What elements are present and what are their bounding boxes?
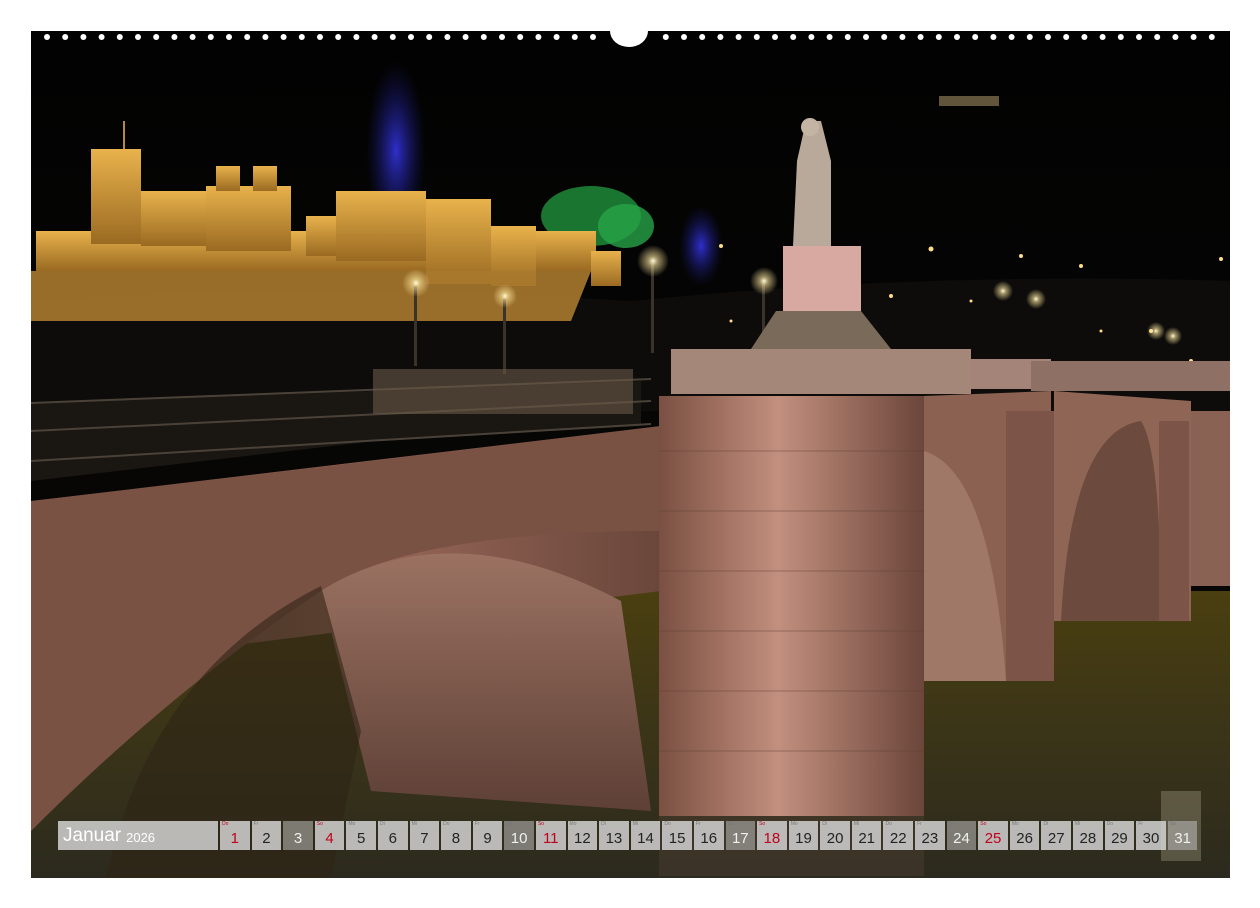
weekday-abbr: Di xyxy=(1043,821,1049,827)
day-number: 18 xyxy=(763,830,781,847)
calendar-day: Sa 31 xyxy=(1167,821,1198,850)
calendar-day: Di 6 xyxy=(377,821,408,850)
weekday-abbr: Sa xyxy=(285,821,292,827)
day-number: 31 xyxy=(1174,830,1191,847)
weekday-abbr: So xyxy=(537,821,545,827)
day-number: 23 xyxy=(921,830,939,847)
calendar-day: Mo 12 xyxy=(567,821,598,850)
calendar-day: Do 8 xyxy=(441,821,471,850)
calendar-day: So 4 xyxy=(314,821,345,850)
day-number: 26 xyxy=(1016,830,1033,847)
weekday-abbr: Di xyxy=(379,821,385,827)
day-number: 25 xyxy=(984,830,1002,847)
weekday-abbr: So xyxy=(316,821,323,827)
calendar-day: Di 27 xyxy=(1041,821,1072,850)
day-number: 21 xyxy=(858,830,876,847)
day-number: 6 xyxy=(388,830,397,847)
weekday-abbr: Mi xyxy=(853,821,860,827)
weekday-abbr: Do xyxy=(885,821,892,827)
calendar-day: Do 29 xyxy=(1104,821,1135,850)
day-number: 13 xyxy=(605,830,623,847)
day-number: 1 xyxy=(230,830,239,847)
day-number: 5 xyxy=(357,830,366,847)
calendar-day: Fr 2 xyxy=(251,821,282,850)
weekday-abbr: Fr xyxy=(253,821,259,827)
calendar-day: Fr 30 xyxy=(1136,821,1166,850)
weekday-abbr: Sa xyxy=(948,821,955,827)
calendar-day: Mo 5 xyxy=(346,821,376,850)
calendar-day: Mi 14 xyxy=(630,821,661,850)
day-number: 14 xyxy=(637,830,654,847)
calendar-day: Mi 7 xyxy=(409,821,440,850)
calendar-day: Sa 17 xyxy=(725,821,756,850)
weekday-abbr: Sa xyxy=(506,821,513,827)
weekday-abbr: So xyxy=(759,821,766,827)
weekday-abbr: Sa xyxy=(1169,821,1176,827)
month-label: Januar 2026 xyxy=(58,821,218,850)
day-number: 10 xyxy=(510,830,528,847)
calendar-day: Do 15 xyxy=(662,821,692,850)
day-number: 15 xyxy=(668,830,686,847)
night-photo-heidelberg-bridge xyxy=(31,31,1230,878)
day-number: 16 xyxy=(700,830,718,847)
calendar-day: Do 22 xyxy=(883,821,914,850)
calendar-day: So 11 xyxy=(535,821,566,850)
calendar-day: Fr 9 xyxy=(472,821,503,850)
day-number: 28 xyxy=(1079,830,1097,847)
day-number: 2 xyxy=(262,830,271,847)
weekday-abbr: Mo xyxy=(348,821,356,827)
calendar-day: Sa 3 xyxy=(283,821,313,850)
day-number: 12 xyxy=(573,830,591,847)
day-number: 30 xyxy=(1142,830,1160,847)
calendar-day: Fr 23 xyxy=(915,821,945,850)
day-number: 29 xyxy=(1111,830,1128,847)
calendar-day: Di 20 xyxy=(820,821,850,850)
calendar-day: Do 1 xyxy=(220,821,250,850)
day-number: 24 xyxy=(953,830,970,847)
day-number: 3 xyxy=(293,830,303,847)
day-number: 8 xyxy=(451,830,461,847)
weekday-abbr: Fr xyxy=(917,821,922,827)
day-number: 22 xyxy=(889,830,907,847)
weekday-abbr: Mi xyxy=(411,821,417,827)
calendar-day: Mo 26 xyxy=(1009,821,1040,850)
weekday-abbr: Mo xyxy=(569,821,577,827)
day-number: 7 xyxy=(420,830,429,847)
calendar-day: Mo 19 xyxy=(788,821,819,850)
day-number: 4 xyxy=(325,830,334,847)
day-number: 27 xyxy=(1047,830,1065,847)
day-number: 20 xyxy=(826,830,844,847)
weekday-abbr: Do xyxy=(664,821,671,827)
weekday-abbr: Fr xyxy=(474,821,480,827)
weekday-abbr: Di xyxy=(822,821,828,827)
month-name: Januar xyxy=(63,824,122,846)
day-number: 9 xyxy=(483,830,492,847)
weekday-abbr: Do xyxy=(443,821,450,827)
calendar-day: So 18 xyxy=(757,821,787,850)
month-year: 2026 xyxy=(126,830,156,845)
day-number: 19 xyxy=(795,830,812,847)
calendar-day: So 25 xyxy=(978,821,1008,850)
day-number: 17 xyxy=(731,830,749,847)
weekday-abbr: Mo xyxy=(790,821,798,827)
weekday-abbr: Sa xyxy=(727,821,734,827)
calendar-day: Mi 28 xyxy=(1073,821,1103,850)
calendar-strip: Januar 2026 Do 1 Fr 2 Sa 3 So 4 Mo 5 Di 6 Mi 7 Do 8 Fr 9 S… xyxy=(58,821,1198,850)
day-number: 11 xyxy=(542,830,559,847)
weekday-abbr: Mi xyxy=(1075,821,1081,827)
calendar-day: Sa 24 xyxy=(946,821,977,850)
weekday-abbr: Do xyxy=(1106,821,1114,827)
calendar-day: Di 13 xyxy=(599,821,629,850)
weekday-abbr: So xyxy=(980,821,987,827)
calendar-day: Sa 10 xyxy=(504,821,534,850)
calendar-day: Mi 21 xyxy=(851,821,882,850)
weekday-abbr: Mo xyxy=(1011,821,1019,827)
weekday-abbr: Do xyxy=(222,821,229,827)
weekday-abbr: Fr xyxy=(1138,821,1143,827)
weekday-abbr: Mi xyxy=(632,821,638,827)
weekday-abbr: Di xyxy=(601,821,606,827)
calendar-day: Fr 16 xyxy=(693,821,724,850)
weekday-abbr: Fr xyxy=(695,821,701,827)
